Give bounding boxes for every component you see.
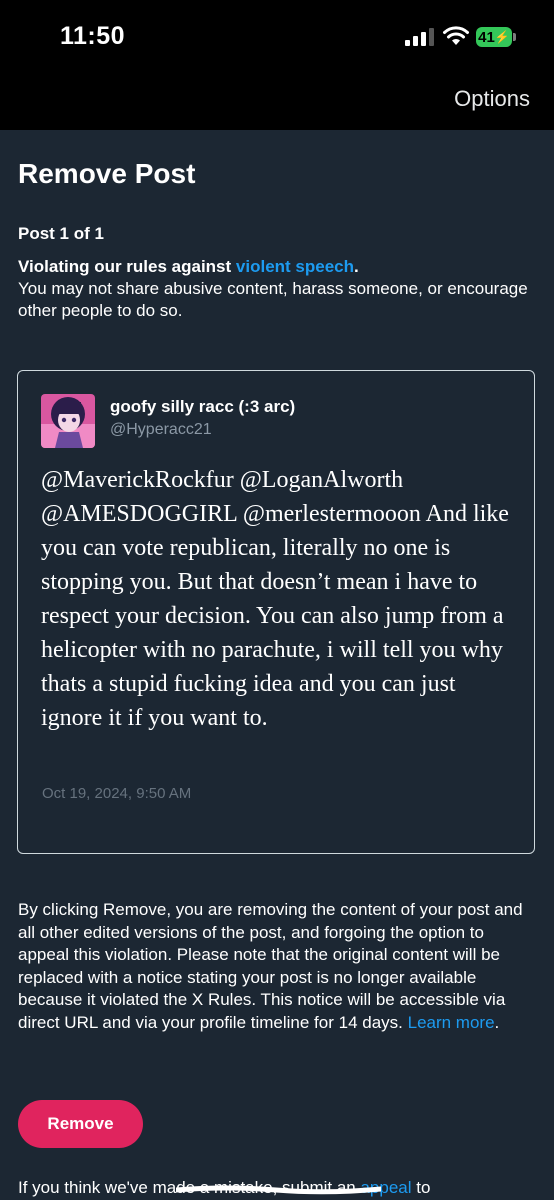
- post-handle: @Hyperacc21: [110, 421, 212, 438]
- post-card: goofy silly racc (:3 arc) @Hyperacc21 @M…: [17, 370, 535, 854]
- wifi-icon: [443, 26, 469, 45]
- violent-speech-link[interactable]: violent speech: [236, 257, 354, 276]
- battery-level: 41: [478, 28, 495, 46]
- violation-prefix: Violating our rules against: [18, 257, 236, 276]
- violation-description: You may not share abusive content, haras…: [18, 279, 528, 320]
- scribble-overlay: [176, 1185, 381, 1195]
- battery-charging-icon: 41 ⚡: [476, 27, 512, 47]
- status-time: 11:50: [60, 22, 126, 50]
- appeal-note-suffix: to: [411, 1178, 431, 1197]
- avatar: [41, 394, 95, 448]
- page-title: Remove Post: [18, 158, 196, 189]
- remove-button[interactable]: Remove: [18, 1100, 143, 1148]
- violation-suffix: .: [354, 257, 359, 276]
- removal-disclaimer: By clicking Remove, you are removing the…: [18, 899, 538, 1035]
- post-display-name: goofy silly racc (:3 arc): [110, 397, 296, 416]
- options-button[interactable]: Options: [454, 86, 530, 112]
- disclaimer-end: .: [494, 1012, 500, 1032]
- learn-more-link[interactable]: Learn more: [408, 1013, 495, 1032]
- status-bar: 11:50 41 ⚡ Options: [0, 0, 554, 130]
- post-counter: Post 1 of 1: [18, 224, 104, 243]
- post-timestamp: Oct 19, 2024, 9:50 AM: [42, 785, 192, 802]
- cellular-signal-icon: [405, 28, 434, 46]
- post-text: @MaverickRockfur @LoganAlworth @AMESDOGG…: [41, 467, 509, 731]
- battery-tip: [513, 33, 516, 41]
- violation-summary: Violating our rules against violent spee…: [18, 256, 538, 322]
